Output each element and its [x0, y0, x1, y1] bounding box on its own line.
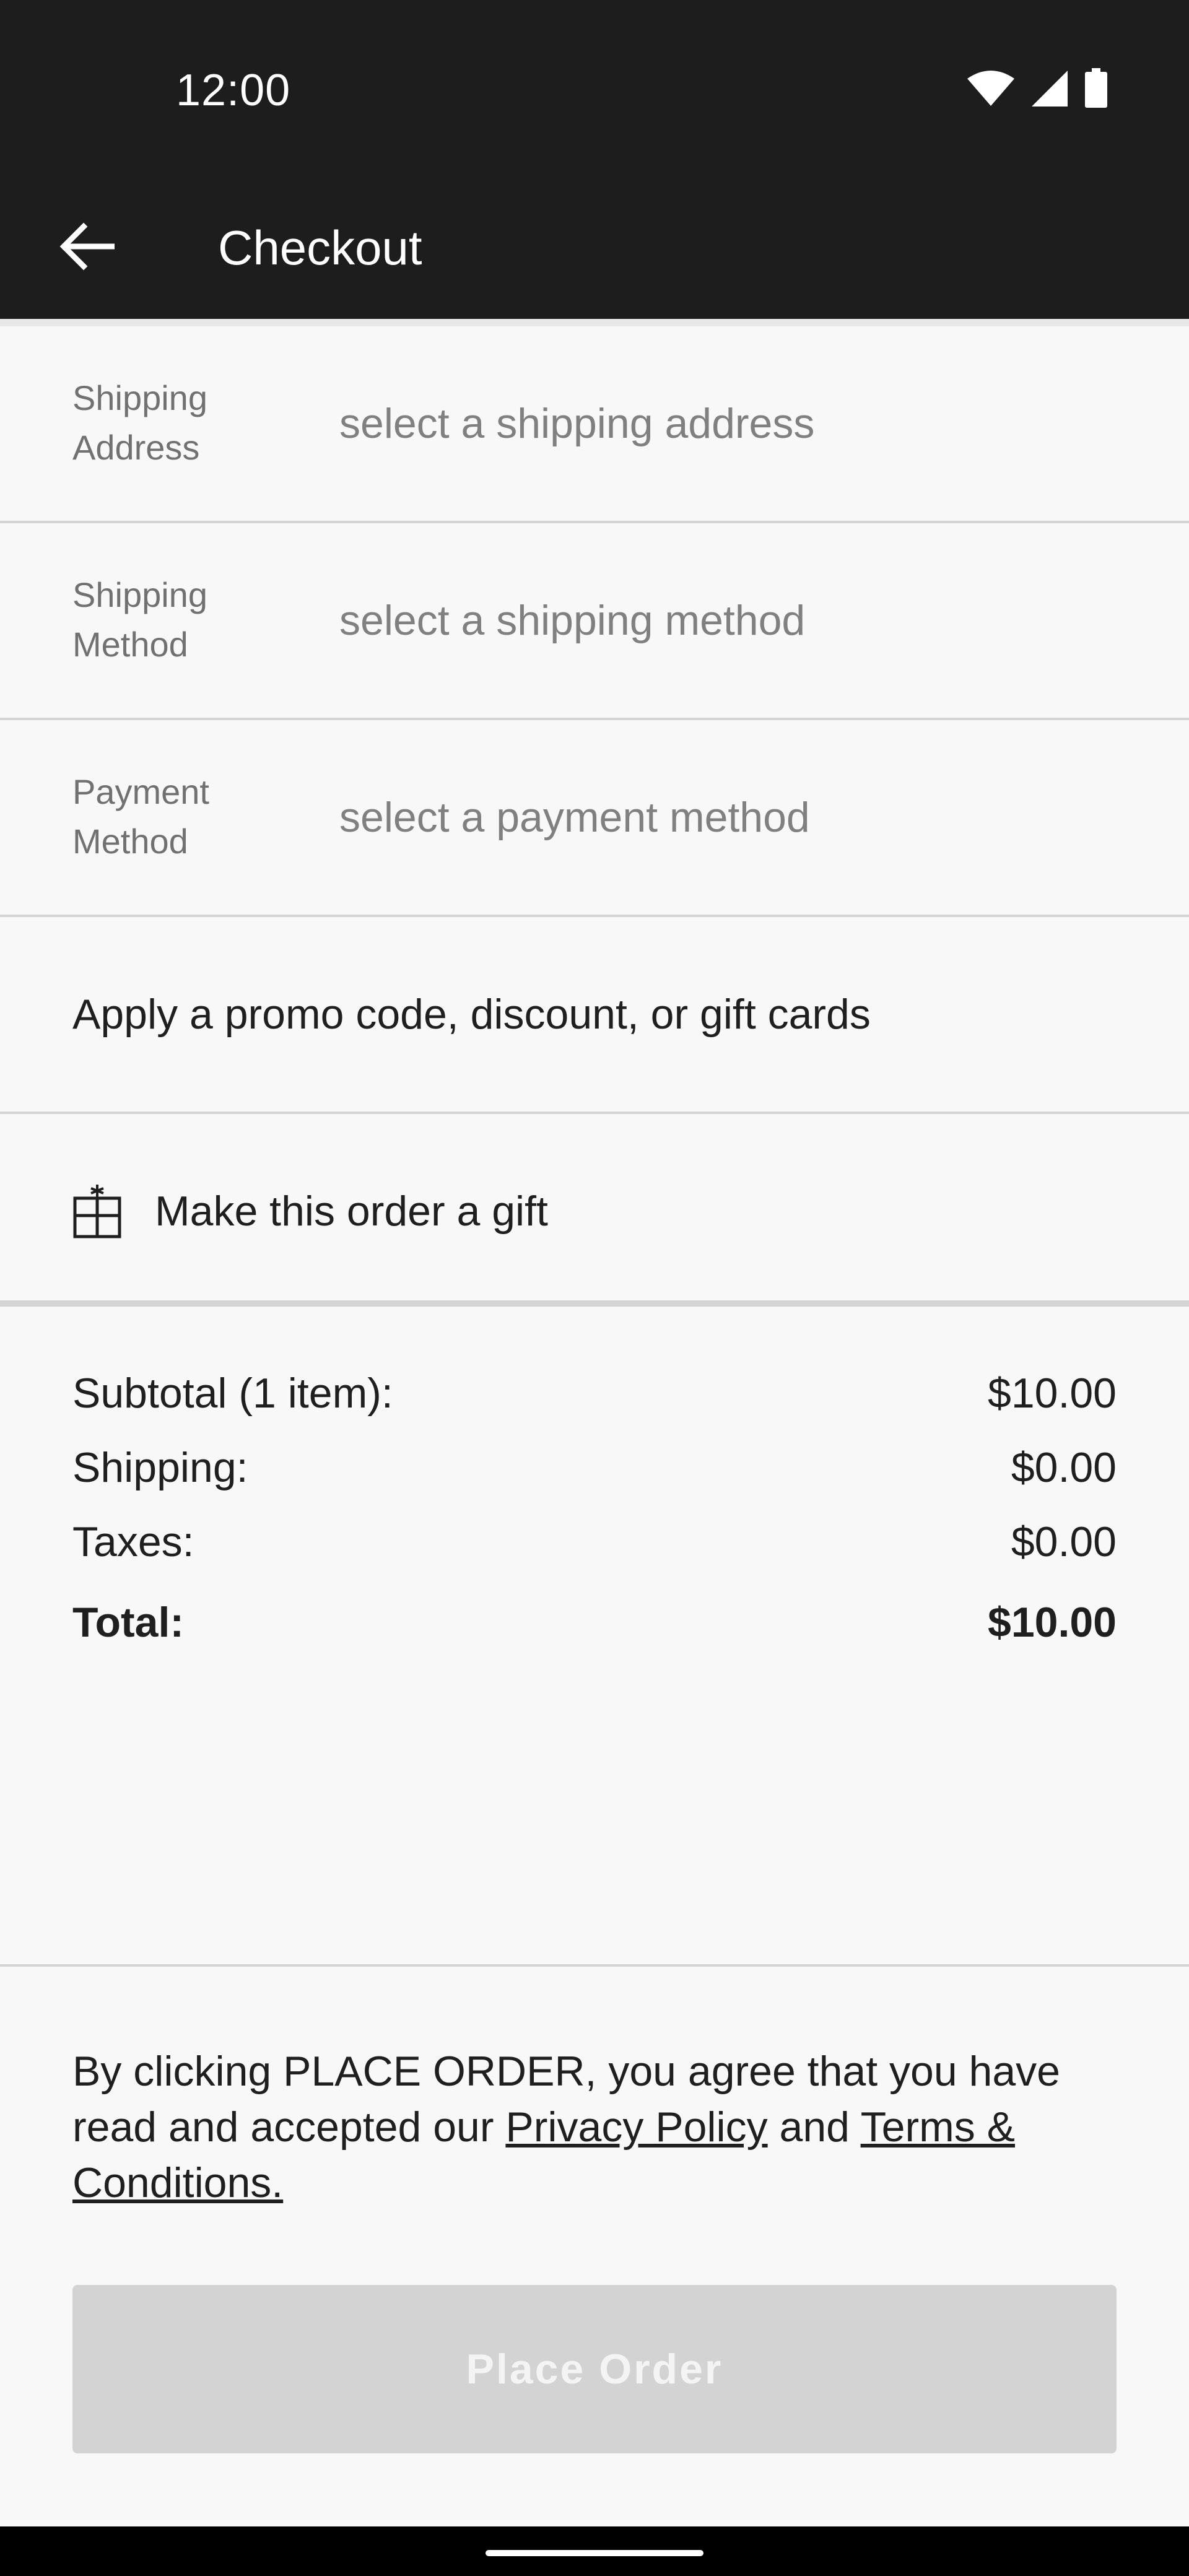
- shipping-method-row[interactable]: Shipping Method select a shipping method: [0, 523, 1189, 720]
- gift-icon: [72, 1183, 122, 1239]
- shipping-address-row[interactable]: Shipping Address select a shipping addre…: [0, 326, 1189, 523]
- gift-order-row[interactable]: Make this order a gift: [0, 1114, 1189, 1311]
- place-order-button[interactable]: Place Order: [72, 2285, 1117, 2453]
- gift-order-label: Make this order a gift: [155, 1188, 548, 1235]
- label-line-2: Method: [72, 822, 188, 861]
- battery-icon: [1084, 67, 1108, 112]
- cellular-signal-icon: [1030, 69, 1069, 111]
- status-bar: 12:00: [0, 0, 1189, 180]
- order-summary: Subtotal (1 item): $10.00 Shipping: $0.0…: [72, 1356, 1117, 1666]
- promo-code-row[interactable]: Apply a promo code, discount, or gift ca…: [0, 917, 1189, 1114]
- payment-method-placeholder: select a payment method: [339, 794, 810, 841]
- taxes-label: Taxes:: [72, 1518, 194, 1565]
- privacy-policy-link[interactable]: Privacy Policy: [505, 2104, 767, 2151]
- taxes-line: Taxes: $0.00: [72, 1505, 1117, 1579]
- shipping-address-label: Shipping Address: [72, 373, 295, 472]
- label-line-2: Method: [72, 625, 188, 664]
- shipping-address-placeholder: select a shipping address: [339, 400, 815, 447]
- total-line: Total: $10.00: [72, 1579, 1117, 1666]
- subtotal-label: Subtotal (1 item):: [72, 1370, 393, 1417]
- summary-divider: [0, 1300, 1189, 1307]
- shipping-method-placeholder: select a shipping method: [339, 597, 806, 644]
- shipping-cost-value: $0.00: [1011, 1444, 1117, 1491]
- total-value: $10.00: [988, 1599, 1117, 1646]
- label-line-2: Address: [72, 428, 200, 467]
- header-divider: [0, 319, 1189, 326]
- system-nav-bar: [0, 2526, 1189, 2576]
- promo-code-label: Apply a promo code, discount, or gift ca…: [72, 991, 871, 1038]
- status-icons: [966, 67, 1108, 112]
- label-line-1: Payment: [72, 772, 209, 811]
- payment-method-row[interactable]: Payment Method select a payment method: [0, 720, 1189, 917]
- terms-notice: By clicking PLACE ORDER, you agree that …: [72, 2043, 1125, 2211]
- total-label: Total:: [72, 1599, 185, 1646]
- label-line-1: Shipping: [72, 575, 207, 614]
- status-time: 12:00: [176, 66, 291, 115]
- shipping-cost-label: Shipping:: [72, 1444, 248, 1491]
- subtotal-value: $10.00: [988, 1370, 1117, 1417]
- shipping-line: Shipping: $0.00: [72, 1430, 1117, 1505]
- shipping-method-label: Shipping Method: [72, 570, 295, 669]
- label-line-1: Shipping: [72, 378, 207, 417]
- arrow-left-icon: [59, 222, 115, 274]
- subtotal-line: Subtotal (1 item): $10.00: [72, 1356, 1117, 1430]
- page-title: Checkout: [218, 220, 422, 275]
- footer-divider: [0, 1964, 1189, 1967]
- home-indicator[interactable]: [486, 2550, 703, 2556]
- taxes-value: $0.00: [1011, 1518, 1117, 1565]
- back-button[interactable]: [43, 204, 130, 291]
- wifi-icon: [966, 70, 1016, 110]
- terms-conjunction: and: [767, 2104, 861, 2151]
- payment-method-label: Payment Method: [72, 767, 295, 866]
- app-bar: Checkout: [0, 180, 1189, 319]
